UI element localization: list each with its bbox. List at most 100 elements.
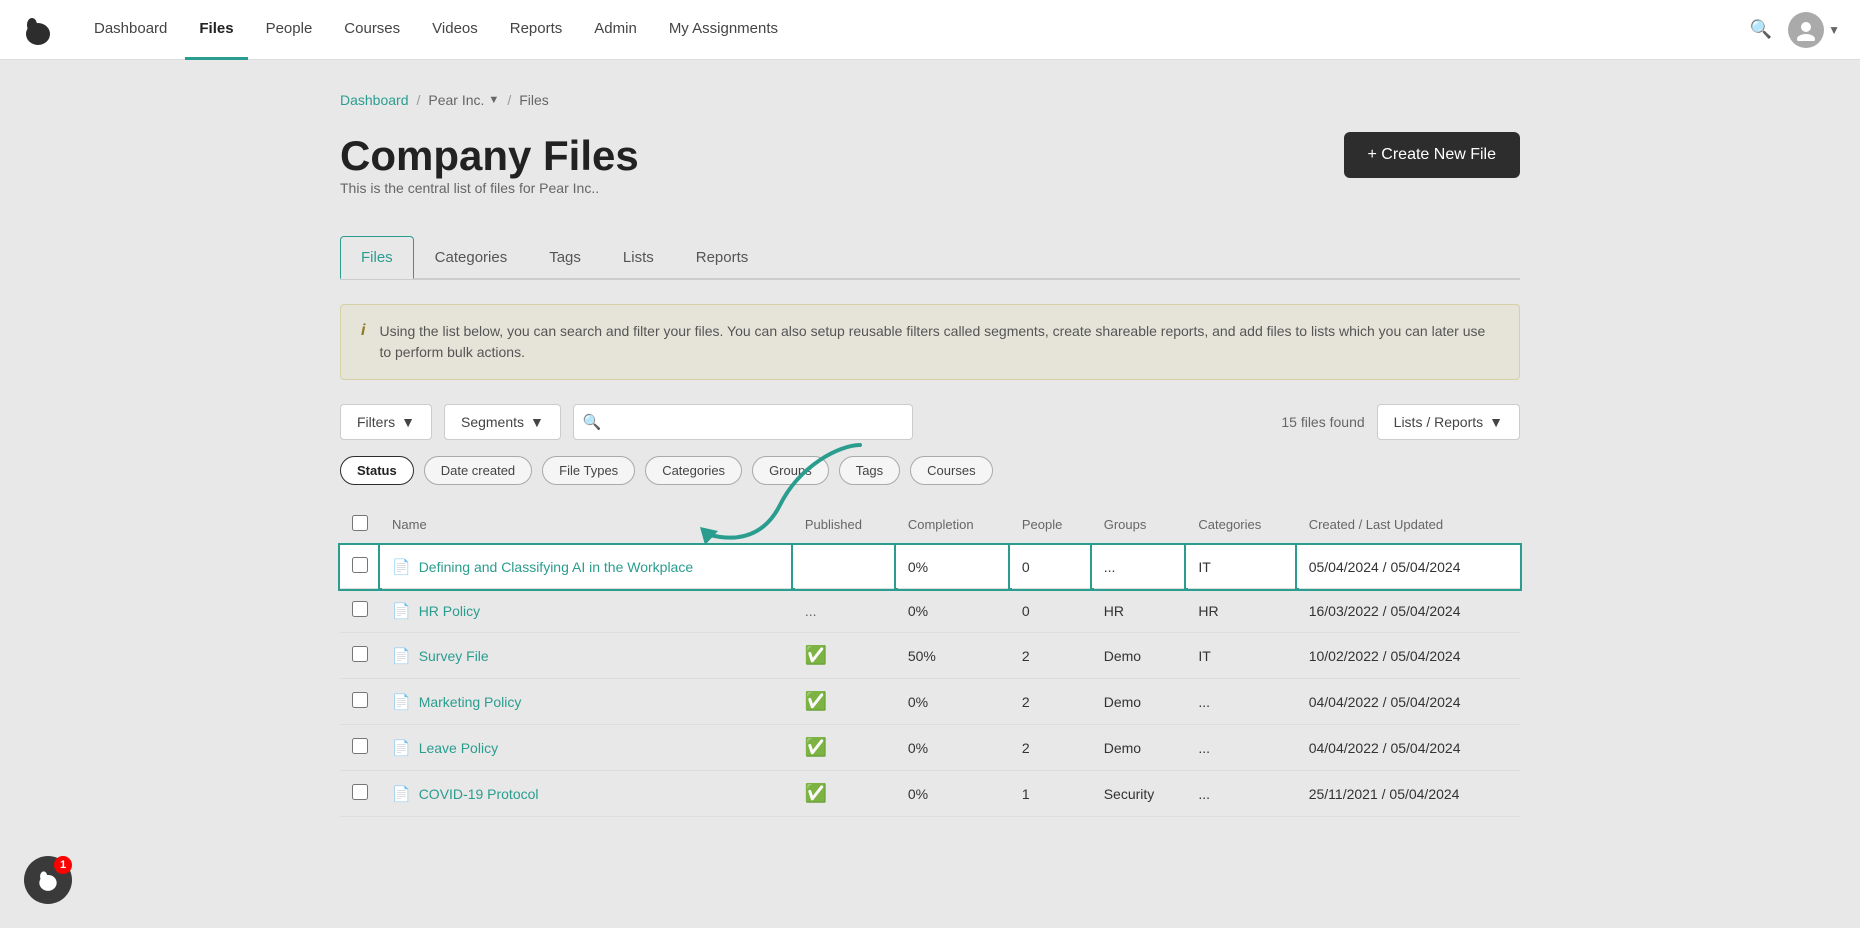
info-text: Using the list below, you can search and… bbox=[379, 321, 1499, 363]
segments-button[interactable]: Segments ▼ bbox=[444, 404, 561, 440]
table-row: 📄 Defining and Classifying AI in the Wor… bbox=[340, 545, 1520, 589]
published-check: ✅ bbox=[805, 783, 827, 803]
breadcrumb-sep1: / bbox=[417, 92, 421, 108]
col-name: Name bbox=[380, 505, 793, 545]
row-checkbox-1[interactable] bbox=[352, 601, 368, 617]
notification-count: 1 bbox=[54, 856, 72, 874]
file-name-link[interactable]: Marketing Policy bbox=[419, 694, 522, 710]
tab-reports[interactable]: Reports bbox=[675, 236, 770, 279]
groups-value: ... bbox=[1092, 545, 1187, 589]
nav-reports[interactable]: Reports bbox=[496, 0, 577, 60]
row-checkbox-2[interactable] bbox=[352, 646, 368, 662]
chevron-down-icon: ▼ bbox=[1489, 414, 1503, 430]
file-name-link[interactable]: Defining and Classifying AI in the Workp… bbox=[419, 559, 693, 575]
tab-lists[interactable]: Lists bbox=[602, 236, 675, 279]
groups-value: Security bbox=[1092, 771, 1187, 817]
file-icon: 📄 bbox=[392, 693, 411, 711]
file-name-link[interactable]: Leave Policy bbox=[419, 740, 498, 756]
published-status: ... bbox=[805, 603, 817, 619]
table-row: 📄 Marketing Policy ✅0%2Demo...04/04/2022… bbox=[340, 679, 1520, 725]
nav-files[interactable]: Files bbox=[185, 0, 247, 60]
completion-value: 0% bbox=[896, 771, 1010, 817]
page-title: Company Files bbox=[340, 132, 639, 180]
file-name-link[interactable]: HR Policy bbox=[419, 603, 480, 619]
file-icon: 📄 bbox=[392, 602, 411, 620]
table-row: 📄 Leave Policy ✅0%2Demo...04/04/2022 / 0… bbox=[340, 725, 1520, 771]
pill-courses[interactable]: Courses bbox=[910, 456, 992, 485]
file-name-link[interactable]: COVID-19 Protocol bbox=[419, 786, 539, 802]
avatar[interactable] bbox=[1788, 12, 1824, 48]
created-date: 10/02/2022 / 05/04/2024 bbox=[1297, 633, 1520, 679]
people-count: 0 bbox=[1010, 545, 1092, 589]
file-name-link[interactable]: Survey File bbox=[419, 648, 489, 664]
filters-bar: Filters ▼ Segments ▼ 🔍 15 files found Li… bbox=[340, 404, 1520, 440]
select-all-checkbox[interactable] bbox=[352, 515, 368, 531]
row-checkbox-3[interactable] bbox=[352, 692, 368, 708]
groups-value: Demo bbox=[1092, 679, 1187, 725]
categories-value: ... bbox=[1186, 771, 1296, 817]
row-checkbox-5[interactable] bbox=[352, 784, 368, 800]
row-checkbox-4[interactable] bbox=[352, 738, 368, 754]
divider bbox=[340, 279, 1520, 280]
people-count: 2 bbox=[1010, 633, 1092, 679]
navigation: Dashboard Files People Courses Videos Re… bbox=[0, 0, 1860, 60]
table-row: 📄 Survey File ✅50%2DemoIT10/02/2022 / 05… bbox=[340, 633, 1520, 679]
created-date: 05/04/2024 / 05/04/2024 bbox=[1297, 545, 1520, 589]
people-count: 2 bbox=[1010, 725, 1092, 771]
info-box: i Using the list below, you can search a… bbox=[340, 304, 1520, 380]
create-new-file-button[interactable]: + Create New File bbox=[1344, 132, 1521, 178]
page-subtitle: This is the central list of files for Pe… bbox=[340, 180, 639, 196]
file-icon: 📄 bbox=[392, 739, 411, 757]
search-wrap: 🔍 bbox=[573, 404, 913, 440]
col-people: People bbox=[1010, 505, 1092, 545]
pill-status[interactable]: Status bbox=[340, 456, 414, 485]
nav-dashboard[interactable]: Dashboard bbox=[80, 0, 181, 60]
tab-categories[interactable]: Categories bbox=[414, 236, 529, 279]
created-date: 04/04/2022 / 05/04/2024 bbox=[1297, 725, 1520, 771]
published-check: ✅ bbox=[805, 691, 827, 711]
nav-people[interactable]: People bbox=[252, 0, 327, 60]
app-logo[interactable] bbox=[20, 12, 56, 48]
breadcrumb-company[interactable]: Pear Inc. ▼ bbox=[428, 92, 499, 108]
chevron-down-icon: ▼ bbox=[530, 414, 544, 430]
table-row: 📄 HR Policy ...0%0HRHR16/03/2022 / 05/04… bbox=[340, 589, 1520, 633]
table-header-row: Name Published Completion People Groups … bbox=[340, 505, 1520, 545]
published-check: ✅ bbox=[805, 737, 827, 757]
categories-value: HR bbox=[1186, 589, 1296, 633]
row-checkbox-0[interactable] bbox=[352, 557, 368, 573]
filters-button[interactable]: Filters ▼ bbox=[340, 404, 432, 440]
tab-files[interactable]: Files bbox=[340, 236, 414, 279]
pill-tags[interactable]: Tags bbox=[839, 456, 900, 485]
notification-badge[interactable]: 1 bbox=[24, 856, 72, 904]
people-count: 2 bbox=[1010, 679, 1092, 725]
file-table-container: Name Published Completion People Groups … bbox=[340, 505, 1520, 817]
nav-my-assignments[interactable]: My Assignments bbox=[655, 0, 792, 60]
pill-groups[interactable]: Groups bbox=[752, 456, 829, 485]
info-icon: i bbox=[361, 322, 365, 340]
col-completion: Completion bbox=[896, 505, 1010, 545]
breadcrumb-sep2: / bbox=[507, 92, 511, 108]
col-published: Published bbox=[793, 505, 896, 545]
search-input[interactable] bbox=[573, 404, 913, 440]
breadcrumb-dashboard[interactable]: Dashboard bbox=[340, 92, 409, 108]
pill-date-created[interactable]: Date created bbox=[424, 456, 532, 485]
lists-reports-button[interactable]: Lists / Reports ▼ bbox=[1377, 404, 1520, 440]
files-found: 15 files found bbox=[1281, 414, 1364, 430]
select-all-header bbox=[340, 505, 380, 545]
people-count: 1 bbox=[1010, 771, 1092, 817]
created-date: 25/11/2021 / 05/04/2024 bbox=[1297, 771, 1520, 817]
categories-value: IT bbox=[1186, 545, 1296, 589]
pill-file-types[interactable]: File Types bbox=[542, 456, 635, 485]
pill-categories[interactable]: Categories bbox=[645, 456, 742, 485]
col-created: Created / Last Updated bbox=[1297, 505, 1520, 545]
categories-value: IT bbox=[1186, 633, 1296, 679]
avatar-caret[interactable]: ▼ bbox=[1828, 23, 1840, 37]
tab-tags[interactable]: Tags bbox=[528, 236, 602, 279]
people-count: 0 bbox=[1010, 589, 1092, 633]
search-icon[interactable]: 🔍 bbox=[1750, 19, 1772, 40]
nav-courses[interactable]: Courses bbox=[330, 0, 414, 60]
groups-value: Demo bbox=[1092, 633, 1187, 679]
groups-value: HR bbox=[1092, 589, 1187, 633]
nav-admin[interactable]: Admin bbox=[580, 0, 651, 60]
nav-videos[interactable]: Videos bbox=[418, 0, 492, 60]
